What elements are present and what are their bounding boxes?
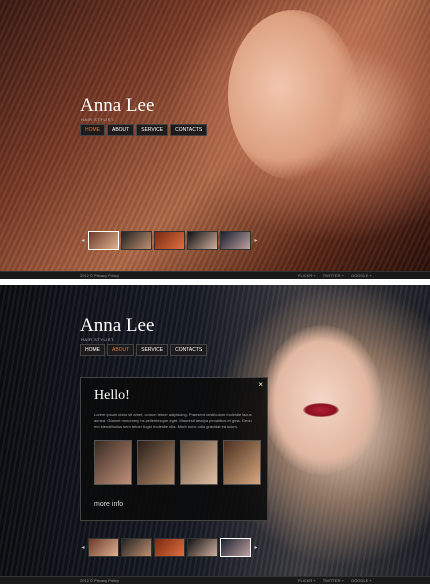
site-logo[interactable]: Anna Lee xyxy=(80,315,154,337)
gallery-image[interactable] xyxy=(223,440,261,485)
thumbnail[interactable] xyxy=(187,538,218,557)
social-links: FLICKR + TWITTER + GOOGLE + xyxy=(298,273,378,278)
prev-arrow-icon[interactable]: ◂ xyxy=(80,544,86,551)
nav-contacts[interactable]: CONTACTS xyxy=(170,344,208,356)
next-arrow-icon[interactable]: ▸ xyxy=(253,544,259,551)
hero-panel-1: Anna Lee HAIR STYLIST HOME ABOUT SERVICE… xyxy=(0,0,430,271)
thumbnail[interactable] xyxy=(88,231,119,250)
thumbnail[interactable] xyxy=(121,538,152,557)
twitter-link[interactable]: TWITTER + xyxy=(323,273,344,278)
thumbnail[interactable] xyxy=(220,538,251,557)
gallery xyxy=(94,440,261,485)
model-face xyxy=(262,325,382,475)
thumbnail-strip: ◂ ▸ xyxy=(80,538,259,557)
google-link[interactable]: GOOGLE + xyxy=(351,273,372,278)
nav-service[interactable]: SERVICE xyxy=(136,344,169,356)
next-arrow-icon[interactable]: ▸ xyxy=(253,237,259,244)
copyright[interactable]: 2012 © Privacy Policy xyxy=(80,273,119,278)
flickr-link[interactable]: FLICKR + xyxy=(298,273,316,278)
gallery-image[interactable] xyxy=(137,440,175,485)
thumbnail[interactable] xyxy=(154,538,185,557)
thumbnail[interactable] xyxy=(121,231,152,250)
site-tagline: HAIR STYLIST xyxy=(81,337,114,342)
thumbnail[interactable] xyxy=(154,231,185,250)
gallery-image[interactable] xyxy=(180,440,218,485)
nav-service[interactable]: SERVICE xyxy=(136,124,169,136)
footer-bar: 2012 © Privacy Policy FLICKR + TWITTER +… xyxy=(0,271,430,279)
nav-about[interactable]: ABOUT xyxy=(107,124,135,136)
hero-panel-2: Anna Lee HAIR STYLIST HOME ABOUT SERVICE… xyxy=(0,285,430,576)
modal-text: Lorem ipsum dolor sit amet, conum tetuer… xyxy=(94,412,252,429)
thumbnail[interactable] xyxy=(220,231,251,250)
nav-home[interactable]: HOME xyxy=(80,344,105,356)
more-info-link[interactable]: more info xyxy=(94,501,123,508)
main-nav: HOME ABOUT SERVICE CONTACTS xyxy=(80,344,208,356)
thumbnail[interactable] xyxy=(187,231,218,250)
gallery-image[interactable] xyxy=(94,440,132,485)
close-icon[interactable]: × xyxy=(258,380,263,389)
modal-title: Hello! xyxy=(94,388,130,403)
twitter-link[interactable]: TWITTER + xyxy=(323,578,344,583)
flickr-link[interactable]: FLICKR + xyxy=(298,578,316,583)
thumbnail[interactable] xyxy=(88,538,119,557)
model-face xyxy=(228,10,358,180)
copyright[interactable]: 2012 © Privacy Policy xyxy=(80,578,119,583)
nav-home[interactable]: HOME xyxy=(80,124,105,136)
about-modal: × Hello! Lorem ipsum dolor sit amet, con… xyxy=(80,377,268,521)
social-links: FLICKR + TWITTER + GOOGLE + xyxy=(298,578,378,583)
model-lips xyxy=(303,403,339,417)
nav-contacts[interactable]: CONTACTS xyxy=(170,124,208,136)
google-link[interactable]: GOOGLE + xyxy=(351,578,372,583)
nav-about[interactable]: ABOUT xyxy=(107,344,135,356)
prev-arrow-icon[interactable]: ◂ xyxy=(80,237,86,244)
site-logo[interactable]: Anna Lee xyxy=(80,95,154,117)
thumbnail-strip: ◂ ▸ xyxy=(80,231,259,250)
footer-bar: 2012 © Privacy Policy FLICKR + TWITTER +… xyxy=(0,576,430,584)
main-nav: HOME ABOUT SERVICE CONTACTS xyxy=(80,124,208,136)
site-tagline: HAIR STYLIST xyxy=(81,117,114,122)
